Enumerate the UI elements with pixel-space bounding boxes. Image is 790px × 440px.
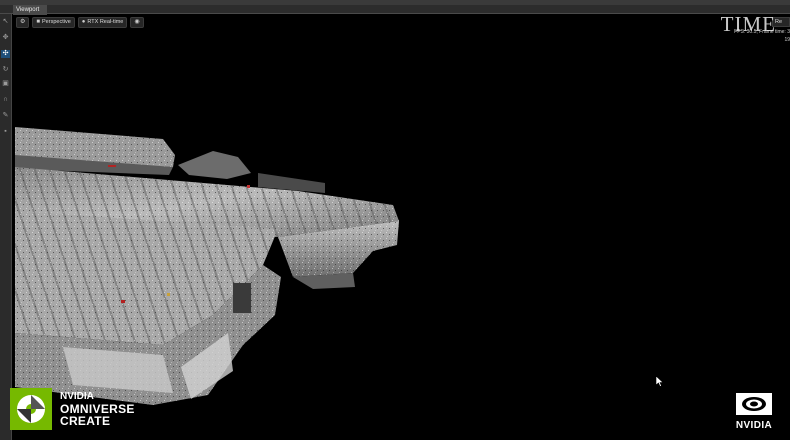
tab-strip xyxy=(0,5,790,14)
measure-tool-icon[interactable]: ▪ xyxy=(1,128,10,136)
visibility-button[interactable]: ◉ xyxy=(130,17,144,28)
move-tool-icon[interactable]: ✣ xyxy=(1,50,10,58)
omniverse-wordmark: NVIDIA OMNIVERSE CREATE xyxy=(60,391,135,428)
viewport[interactable]: ⚙ ■ Perspective ● RTX Real-time ◉ FPS: 3… xyxy=(13,15,790,440)
transform-tool-icon[interactable]: ✥ xyxy=(1,34,10,42)
resolution-readout: 19 xyxy=(784,37,790,43)
scale-tool-icon[interactable]: ▣ xyxy=(1,80,10,88)
paint-tool-icon[interactable]: ✎ xyxy=(1,112,10,120)
eye-icon: ◉ xyxy=(134,19,140,25)
renderer-button[interactable]: ● RTX Real-time xyxy=(77,17,128,28)
tab-viewport[interactable]: Viewport xyxy=(13,5,47,15)
camera-icon: ■ xyxy=(36,19,41,25)
gear-icon: ⚙ xyxy=(20,19,26,25)
select-tool-icon[interactable]: ↖ xyxy=(1,18,10,26)
omniverse-create-logo: NVIDIA OMNIVERSE CREATE xyxy=(10,388,135,430)
time-watermark: TIME xyxy=(720,12,776,36)
mouse-cursor-icon xyxy=(656,376,664,387)
nvidia-eye-icon xyxy=(736,393,772,415)
omniverse-badge-icon xyxy=(10,388,52,430)
point-cloud-scene xyxy=(15,127,399,405)
viewport-settings-button[interactable]: ⚙ xyxy=(16,17,30,28)
lightbulb-icon: ● xyxy=(81,19,86,25)
camera-button[interactable]: ■ Perspective xyxy=(32,17,75,28)
left-toolbar: ↖ ✥ ✣ ↻ ▣ ∩ ✎ ▪ xyxy=(0,14,12,440)
rotate-tool-icon[interactable]: ↻ xyxy=(1,66,10,74)
nvidia-logo: NVIDIA xyxy=(728,393,780,431)
snap-tool-icon[interactable]: ∩ xyxy=(1,96,10,104)
viewport-toolbar: ⚙ ■ Perspective ● RTX Real-time ◉ xyxy=(16,17,144,28)
